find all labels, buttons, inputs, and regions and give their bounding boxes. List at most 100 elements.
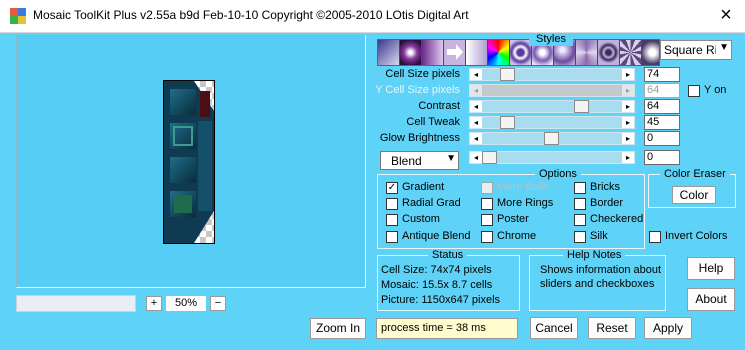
style-tile-glow[interactable] (642, 40, 659, 65)
zoom-in-button[interactable]: Zoom In (310, 318, 366, 339)
process-time-field: process time = 38 ms (376, 318, 518, 339)
glow-brightness-slider[interactable]: ◂ ▸ (469, 132, 635, 145)
options-title: Options (535, 168, 581, 181)
zoom-minus-button[interactable]: − (210, 296, 226, 311)
bricks-label: Bricks (590, 181, 620, 193)
style-select[interactable]: Square Rir ▼ (660, 40, 732, 60)
zoom-plus-button[interactable]: + (146, 296, 162, 311)
invert-colors-label: Invert Colors (665, 230, 728, 242)
close-icon[interactable]: × (714, 3, 738, 27)
blend-select[interactable]: Blend ▼ (380, 151, 459, 170)
contrast-thumb[interactable] (574, 100, 589, 113)
arrow-left-icon[interactable]: ◂ (470, 133, 482, 144)
style-tile-rainbow[interactable] (488, 40, 510, 65)
style-tile-gear[interactable] (620, 40, 642, 65)
cell-size-slider[interactable]: ◂ ▸ (469, 68, 635, 81)
cell-tweak-value[interactable]: 45 (644, 115, 680, 130)
cell-size-value[interactable]: 74 (644, 67, 680, 82)
style-tile-spark[interactable] (400, 40, 422, 65)
gradient-label: Gradient (402, 181, 445, 193)
reset-button[interactable]: Reset (588, 317, 636, 339)
help-notes-title: Help Notes (563, 249, 626, 262)
poster-checkbox[interactable] (481, 214, 493, 226)
blend-value[interactable]: 0 (644, 150, 680, 165)
y-cell-size-slider: ◂ ▸ (469, 84, 635, 97)
chevron-down-icon[interactable]: ▼ (446, 153, 456, 164)
status-line-picture: Picture: 1150x647 pixels (381, 294, 501, 306)
contrast-value[interactable]: 64 (644, 99, 680, 114)
y-on-label: Y on (704, 84, 727, 96)
apply-button[interactable]: Apply (644, 317, 692, 339)
antique-blend-label: Antique Blend (402, 230, 471, 242)
title-bar[interactable]: Mosaic ToolKit Plus v2.55a b9d Feb-10-10… (0, 0, 745, 33)
antique-blend-checkbox[interactable] (386, 231, 398, 243)
style-tile-arrow[interactable] (444, 40, 466, 65)
arrow-right-icon[interactable]: ▸ (622, 69, 634, 80)
help-button[interactable]: Help (687, 257, 735, 280)
about-button[interactable]: About (687, 288, 735, 311)
custom-label: Custom (402, 213, 440, 225)
y-cell-size-value: 64 (644, 83, 680, 98)
checkered-checkbox[interactable] (574, 214, 586, 226)
radial-grad-checkbox[interactable] (386, 198, 398, 210)
blend-slider[interactable]: ◂ ▸ (469, 151, 635, 164)
glow-brightness-thumb[interactable] (544, 132, 559, 145)
more-balls-label: More Balls (497, 181, 549, 193)
mosaic-preview-image (163, 80, 215, 244)
style-tile-target[interactable] (598, 40, 620, 65)
zoom-level-field[interactable]: 50% (166, 296, 206, 311)
border-label: Border (590, 197, 624, 209)
gradient-checkbox[interactable]: ✓ (386, 182, 398, 194)
arrow-left-icon[interactable]: ◂ (470, 152, 482, 163)
bricks-checkbox[interactable] (574, 182, 586, 194)
y-on-checkbox[interactable] (688, 85, 700, 97)
arrow-left-icon[interactable]: ◂ (470, 101, 482, 112)
status-title: Status (428, 249, 468, 262)
arrow-left-icon: ◂ (470, 85, 482, 96)
border-checkbox[interactable] (574, 198, 586, 210)
arrow-right-icon[interactable]: ▸ (622, 117, 634, 128)
help-notes-line-2: sliders and checkboxes (540, 278, 655, 290)
arrow-left-icon[interactable]: ◂ (470, 69, 482, 80)
invert-colors-checkbox[interactable] (649, 231, 661, 243)
more-rings-label: More Rings (497, 197, 554, 209)
cell-size-label: Cell Size pixels (385, 68, 460, 80)
color-eraser-title: Color Eraser (660, 168, 730, 181)
cancel-button[interactable]: Cancel (530, 317, 578, 339)
glow-brightness-label: Glow Brightness (379, 132, 460, 144)
arrow-left-icon[interactable]: ◂ (470, 117, 482, 128)
styles-palette[interactable] (377, 39, 660, 66)
app-icon (10, 8, 26, 24)
chevron-down-icon[interactable]: ▼ (719, 42, 729, 53)
color-button[interactable]: Color (672, 186, 716, 204)
custom-checkbox[interactable] (386, 214, 398, 226)
arrow-right-icon[interactable]: ▸ (622, 101, 634, 112)
cell-tweak-slider[interactable]: ◂ ▸ (469, 116, 635, 129)
silk-checkbox[interactable] (574, 231, 586, 243)
contrast-slider[interactable]: ◂ ▸ (469, 100, 635, 113)
arrow-right-icon[interactable]: ▸ (622, 133, 634, 144)
more-rings-checkbox[interactable] (481, 198, 493, 210)
arrow-right-icon[interactable]: ▸ (622, 152, 634, 163)
style-tile-swirl[interactable] (576, 40, 598, 65)
style-tile-purple-fade[interactable] (422, 40, 444, 65)
blend-select-value: Blend (391, 154, 422, 168)
horizontal-scrollbar[interactable] (16, 295, 136, 312)
y-cell-size-label: Y Cell Size pixels (375, 84, 460, 96)
style-select-value: Square Rir (664, 43, 716, 57)
styles-label: Styles (529, 33, 573, 46)
style-tile-white-fade[interactable] (466, 40, 488, 65)
cell-tweak-thumb[interactable] (500, 116, 515, 129)
more-balls-checkbox (481, 182, 493, 194)
glow-brightness-value[interactable]: 0 (644, 131, 680, 146)
cell-tweak-label: Cell Tweak (406, 116, 460, 128)
status-line-cell-size: Cell Size: 74x74 pixels (381, 264, 492, 276)
cell-size-thumb[interactable] (500, 68, 515, 81)
help-notes-line-1: Shows information about (540, 264, 662, 276)
blend-thumb[interactable] (482, 151, 497, 164)
window-title: Mosaic ToolKit Plus v2.55a b9d Feb-10-10… (33, 8, 469, 22)
style-tile-gradient-square[interactable] (378, 40, 400, 65)
arrow-right-icon: ▸ (622, 85, 634, 96)
silk-label: Silk (590, 230, 608, 242)
chrome-checkbox[interactable] (481, 231, 493, 243)
